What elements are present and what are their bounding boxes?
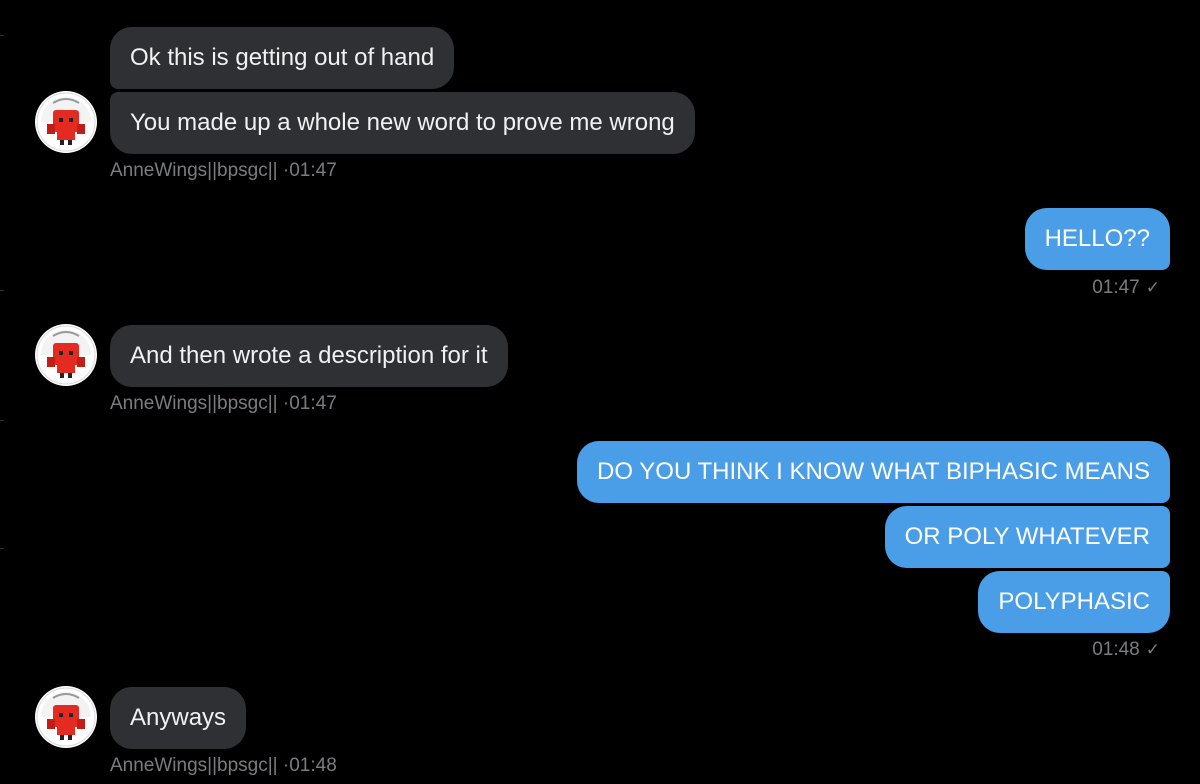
timestamp: 01:48 xyxy=(1092,639,1140,660)
timestamp: 01:47 xyxy=(1092,277,1140,298)
message-meta: AnneWings||bpsgc|| ·01:48 xyxy=(110,755,337,777)
message-meta: AnneWings||bpsgc|| ·01:47 xyxy=(110,160,337,182)
message-bubble-outgoing[interactable]: POLYPHASIC xyxy=(978,571,1170,633)
sender-name[interactable]: AnneWings||bpsgc|| xyxy=(110,160,278,181)
message-bubble-outgoing[interactable]: OR POLY WHATEVER xyxy=(884,506,1170,568)
timestamp: 01:47 xyxy=(289,160,337,181)
message-meta: 01:48 ✓ xyxy=(1092,639,1160,661)
chat-screen: Ok this is getting out of hand You made … xyxy=(0,0,1200,784)
divider xyxy=(0,548,4,549)
message-bubble-incoming[interactable]: Anyways xyxy=(110,687,247,749)
red-robot-avatar-icon[interactable] xyxy=(35,324,97,386)
message-bubble-outgoing[interactable]: DO YOU THINK I KNOW WHAT BIPHASIC MEANS xyxy=(577,441,1170,503)
checkmark-icon: ✓ xyxy=(1145,278,1160,297)
checkmark-icon: ✓ xyxy=(1145,640,1160,659)
divider xyxy=(0,420,4,421)
divider xyxy=(0,35,4,36)
message-bubble-incoming[interactable]: And then wrote a description for it xyxy=(110,325,508,387)
timestamp: 01:47 xyxy=(289,393,337,414)
sender-name[interactable]: AnneWings||bpsgc|| xyxy=(110,393,278,414)
red-robot-avatar-icon[interactable] xyxy=(35,91,97,153)
message-bubble-incoming[interactable]: Ok this is getting out of hand xyxy=(110,27,455,89)
timestamp: 01:48 xyxy=(289,755,337,776)
sender-name[interactable]: AnneWings||bpsgc|| xyxy=(110,755,278,776)
message-meta: 01:47 ✓ xyxy=(1092,277,1160,299)
red-robot-avatar-icon[interactable] xyxy=(35,686,97,748)
message-bubble-incoming[interactable]: You made up a whole new word to prove me… xyxy=(110,92,695,154)
divider xyxy=(0,290,4,291)
message-bubble-outgoing[interactable]: HELLO?? xyxy=(1024,208,1170,270)
message-meta: AnneWings||bpsgc|| ·01:47 xyxy=(110,393,337,415)
